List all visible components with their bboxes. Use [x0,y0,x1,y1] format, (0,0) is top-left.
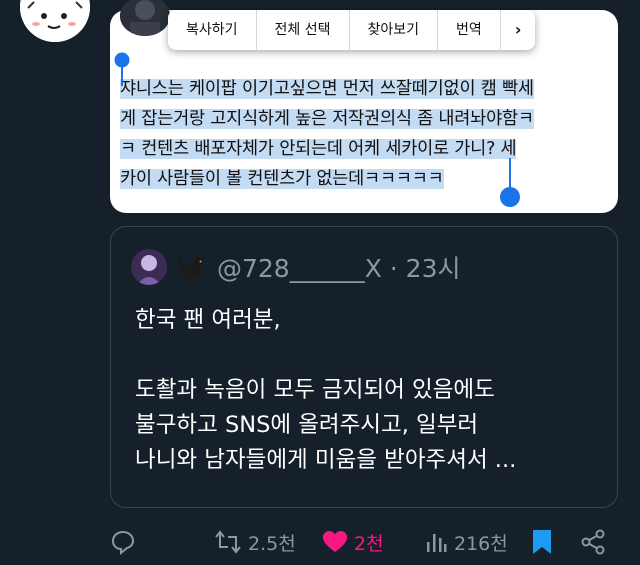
screen: 쟈니스는 케이팝 이기고싶으면 먼저 쓰잘떼기없이 캠 빡세 게 잡는거랑 고지… [0,0,640,565]
menu-search[interactable]: 찾아보기 [350,10,439,50]
tweet-line: ㅋ 컨텐츠 배포자체가 안되는데 어케 세카이로 가니? 세 [120,139,517,159]
quote-line: 한국 팬 여러분, [135,307,281,333]
quoted-tweet-text: 한국 팬 여러분, 도촬과 녹음이 모두 금지되어 있음에도 불구하고 SNS에… [135,303,605,478]
share-icon [581,529,605,555]
selection-start-handle[interactable] [114,52,130,90]
menu-translate[interactable]: 번역 [438,10,501,50]
quote-line: 불구하고 SNS에 올려주시고, 일부러 [135,412,479,438]
selection-end-handle[interactable] [499,158,521,212]
reply-avatar[interactable] [120,0,170,36]
retweet-count: 2.5천 [248,532,296,555]
menu-copy[interactable]: 복사하기 [168,10,257,50]
share-button[interactable] [580,524,606,560]
like-count: 2천 [354,532,384,555]
tweet-action-bar: 2.5천 2천 216천 [0,520,640,564]
tweet-line: 게 잡는거랑 고지식하게 높은 저작권의식 좀 내려놔야함ㅋ [120,109,534,129]
tweet-line: 쟈니스는 케이팝 이기고싶으면 먼저 쓰잘떼기없이 캠 빡세 [120,79,534,99]
like-button[interactable]: 2천 [322,524,384,560]
quoted-avatar[interactable] [131,249,167,285]
quoted-tweet-card[interactable]: @728______X · 23시 한국 팬 여러분, 도촬과 녹음이 모두 금… [110,226,618,508]
views-count: 216천 [454,532,508,555]
heart-icon [323,531,347,552]
author-avatar[interactable] [20,0,90,42]
menu-more-chevron-icon[interactable]: › [501,10,536,50]
quote-line: 도촬과 녹음이 모두 금지되어 있음에도 [135,377,495,403]
reply-icon [111,530,135,555]
reply-button[interactable] [110,524,136,560]
text-context-menu: 복사하기 전체 선택 찾아보기 번역 › [168,10,536,50]
quote-blank-line [135,338,605,373]
views-bar-chart-icon [427,534,447,552]
tweet-line: 카이 사람들이 볼 컨텐츠가 없는데ㅋㅋㅋㅋㅋ [120,169,444,189]
quoted-handle-and-time[interactable]: @728______X · 23시 [217,249,461,285]
quote-line: 나니와 남자들에게 미움을 받아주셔서 ... [135,447,517,473]
bookmark-button[interactable] [531,524,553,560]
black-cat-icon [175,251,207,283]
retweet-button[interactable]: 2.5천 [214,524,296,560]
views-button[interactable]: 216천 [424,524,508,560]
quoted-tweet-header: @728______X · 23시 [131,249,461,285]
bookmark-icon [533,530,551,554]
menu-select-all[interactable]: 전체 선택 [257,10,350,50]
selected-tweet-text[interactable]: 쟈니스는 케이팝 이기고싶으면 먼저 쓰잘떼기없이 캠 빡세 게 잡는거랑 고지… [120,74,612,194]
retweet-icon [215,530,241,554]
